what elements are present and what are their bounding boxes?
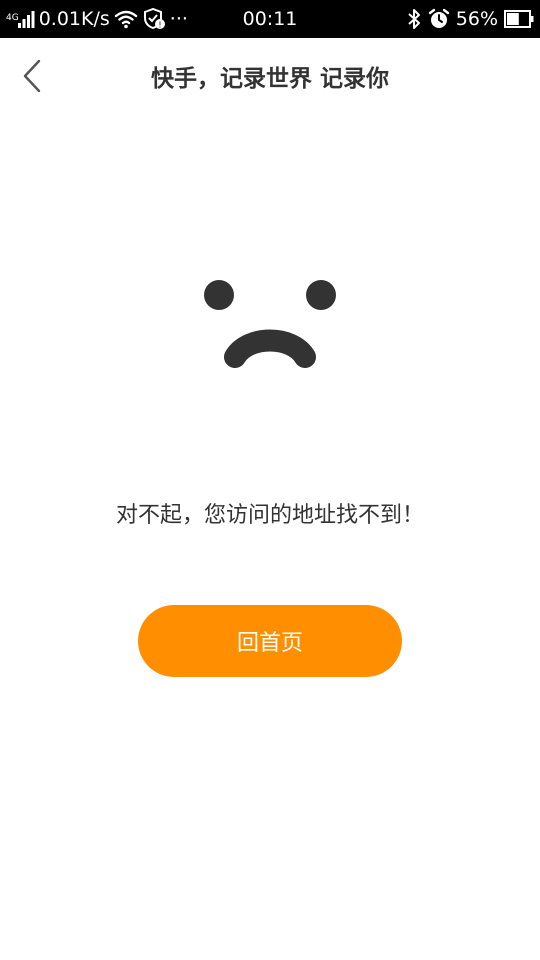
wifi-icon xyxy=(114,9,138,29)
signal-icon: 4G xyxy=(6,9,35,29)
bluetooth-icon xyxy=(406,8,422,30)
status-right: 56% xyxy=(406,0,534,38)
back-button[interactable] xyxy=(10,50,54,102)
network-speed: 0.01K/s xyxy=(38,7,110,30)
battery-icon xyxy=(504,10,534,28)
clock: 00:11 xyxy=(242,7,298,30)
svg-text:!: ! xyxy=(158,21,161,30)
right-eye xyxy=(306,280,336,310)
nav-bar: 快手，记录世界 记录你 xyxy=(0,38,540,114)
frown-mouth xyxy=(224,329,316,368)
status-left: 4G 0.01K/s ! ··· xyxy=(6,0,188,38)
sad-face-illustration xyxy=(190,265,350,385)
alarm-icon xyxy=(428,8,450,30)
shield-check-icon: ! xyxy=(142,8,166,30)
home-button[interactable]: 回首页 xyxy=(138,605,402,677)
left-eye xyxy=(204,280,234,310)
status-bar: 4G 0.01K/s ! ··· 00:11 56% xyxy=(0,0,540,38)
network-type: 4G xyxy=(6,13,19,23)
chevron-left-icon xyxy=(21,59,43,93)
more-indicator: ··· xyxy=(169,7,188,30)
page-title: 快手，记录世界 记录你 xyxy=(150,66,389,92)
battery-percent: 56% xyxy=(455,7,498,30)
error-message: 对不起，您访问的地址找不到！ xyxy=(115,503,424,528)
